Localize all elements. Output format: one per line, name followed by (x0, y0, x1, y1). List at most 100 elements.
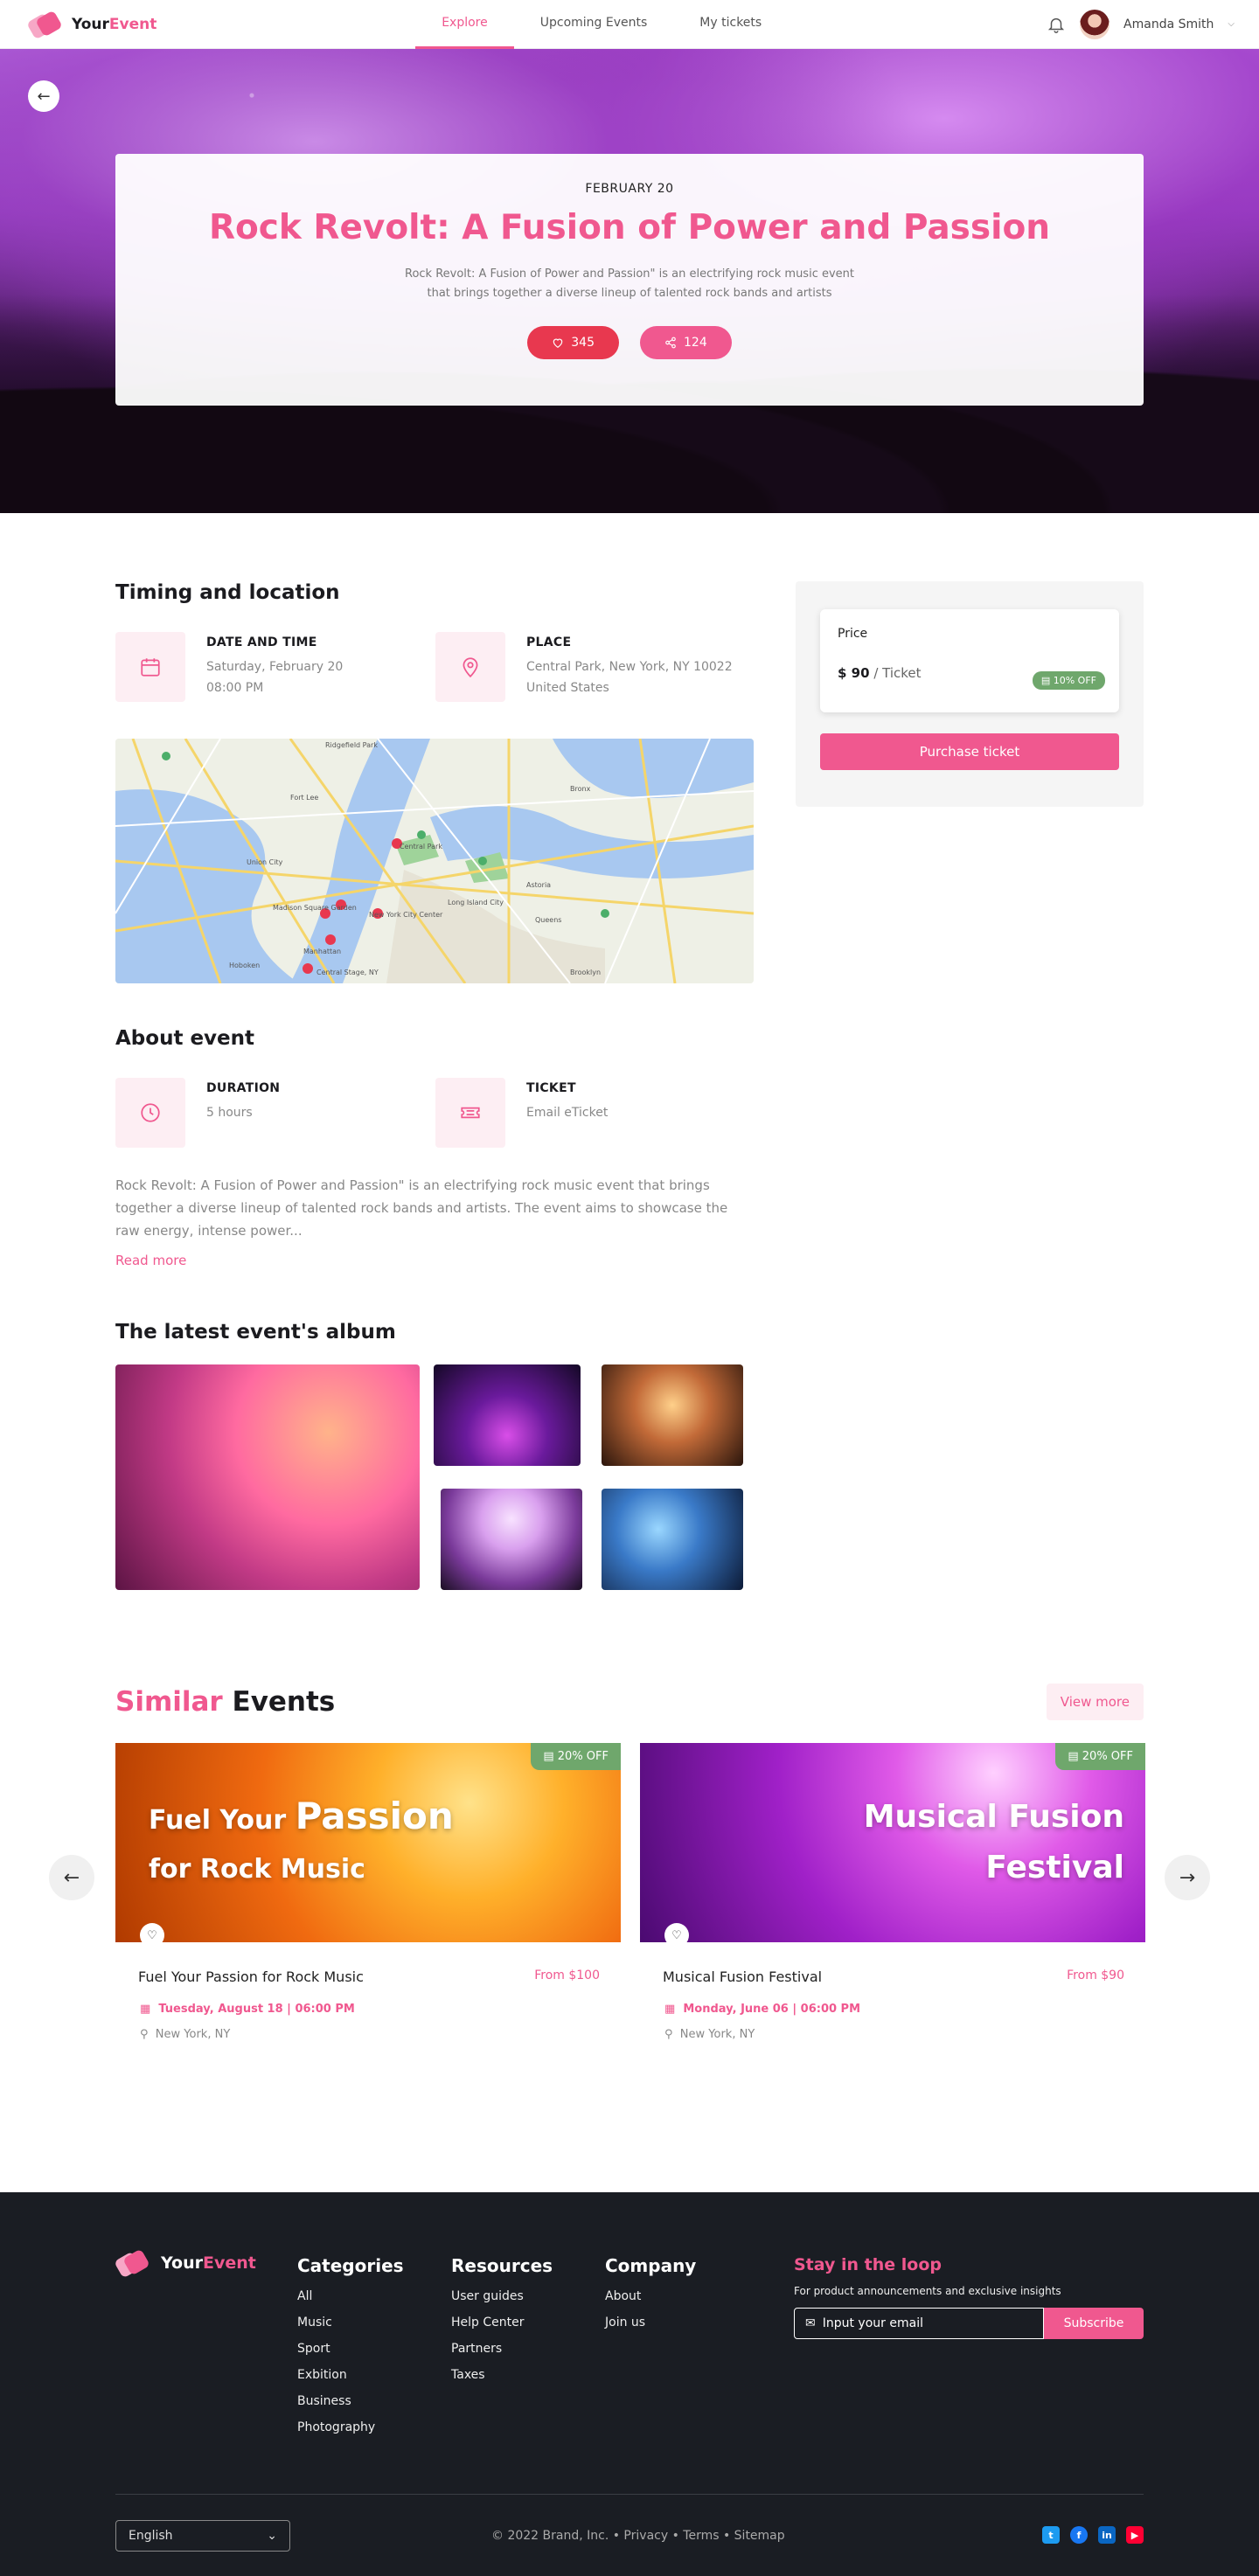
chevron-down-icon[interactable]: ⌵ (1228, 19, 1235, 29)
read-more-link[interactable]: Read more (115, 1253, 755, 1268)
svg-text:Central Park: Central Park (400, 843, 442, 851)
ticket-icon (435, 1078, 505, 1148)
svg-text:Union City: Union City (247, 858, 283, 866)
social-links: t f in ▶ (1042, 2526, 1144, 2544)
location-pin-icon (435, 632, 505, 702)
footer-link[interactable]: Business (297, 2393, 404, 2409)
site-footer: YourEvent Categories All Music Sport Exb… (0, 2192, 1259, 2576)
svg-text:Hoboken: Hoboken (229, 962, 260, 969)
album-photo[interactable] (115, 1364, 420, 1590)
event-card-title: Fuel Your Passion for Rock Music (138, 1968, 364, 1985)
about-heading: About event (115, 1027, 255, 1050)
main-nav: Explore Upcoming Events My tickets (415, 0, 788, 49)
footer-link[interactable]: Sport (297, 2341, 404, 2357)
footer-link[interactable]: Taxes (451, 2367, 553, 2383)
linkedin-icon[interactable]: in (1098, 2526, 1116, 2544)
ticket-type-label: TICKET (526, 1081, 576, 1095)
event-card-price: From $90 (1067, 1968, 1124, 1982)
place-label: PLACE (526, 635, 572, 649)
svg-text:New York City Center: New York City Center (369, 911, 443, 919)
favorite-button[interactable]: ♡ (664, 1923, 689, 1942)
subscribe-button[interactable]: Subscribe (1044, 2308, 1144, 2339)
carousel-prev-button[interactable]: ← (49, 1855, 94, 1900)
date-time-value: Saturday, February 20 08:00 PM (206, 660, 344, 695)
event-card-body: Fuel Your Passion for Rock Music From $1… (115, 1942, 621, 2041)
duration-value: 5 hours (206, 1106, 253, 1120)
footer-link[interactable]: About (605, 2288, 696, 2304)
footer-link[interactable]: All (297, 2288, 404, 2304)
footer-link[interactable]: Photography (297, 2420, 404, 2435)
location-pin-icon: ⚲ (140, 2028, 156, 2041)
favorite-button[interactable]: ♡ (140, 1923, 164, 1942)
event-card[interactable]: Fuel Your Passion for Rock Music ▤ 20% OF… (115, 1743, 621, 2084)
language-select[interactable]: English ⌄ (115, 2520, 290, 2552)
mail-icon: ✉ (805, 2316, 816, 2330)
event-card-image: Musical Fusion Festival ▤ 20% OFF ♡ (640, 1743, 1145, 1942)
share-icon (665, 337, 676, 349)
view-more-button[interactable]: View more (1046, 1684, 1144, 1720)
avatar[interactable] (1080, 9, 1110, 39)
footer-link[interactable]: Join us (605, 2315, 696, 2330)
discount-badge: ▤ 20% OFF (531, 1743, 621, 1770)
event-card[interactable]: Musical Fusion Festival ▤ 20% OFF ♡ Music… (640, 1743, 1145, 2084)
brand-name: YourEvent (72, 15, 157, 33)
footer-logo[interactable]: YourEvent (114, 2248, 256, 2279)
svg-text:Bronx: Bronx (570, 785, 591, 793)
footer-categories: Categories All Music Sport Exbition Busi… (297, 2255, 404, 2446)
back-button[interactable]: ← (28, 80, 59, 112)
footer-link[interactable]: Partners (451, 2341, 553, 2357)
email-field[interactable]: ✉ Input your email (794, 2308, 1044, 2339)
album-photo[interactable] (434, 1364, 581, 1466)
user-name[interactable]: Amanda Smith (1123, 17, 1214, 31)
like-button[interactable]: 345 (527, 326, 619, 359)
discount-badge: ▤ 20% OFF (1055, 1743, 1145, 1770)
nav-explore[interactable]: Explore (415, 0, 514, 49)
timing-info: DATE AND TIME Saturday, February 20 08:00… (115, 632, 755, 702)
album-photo[interactable] (602, 1489, 743, 1590)
duration-item: DURATION 5 hours (115, 1078, 435, 1148)
footer-link[interactable]: Help Center (451, 2315, 553, 2330)
similar-title: Similar Events (115, 1686, 336, 1718)
footer-resources: Resources User guides Help Center Partne… (451, 2255, 553, 2393)
event-map[interactable]: Ridgefield Park Central Park New York Ci… (115, 739, 754, 983)
bell-icon[interactable] (1047, 15, 1066, 34)
top-header: YourEvent Explore Upcoming Events My tic… (0, 0, 1259, 49)
twitter-icon[interactable]: t (1042, 2526, 1060, 2544)
event-card-location: ⚲ New York, NY (140, 2028, 231, 2041)
event-card-top: Musical Fusion Festival From $90 (663, 1968, 1124, 1985)
svg-text:Madison Square Garden: Madison Square Garden (273, 904, 357, 912)
location-pin-icon: ⚲ (664, 2028, 680, 2041)
nav-my-tickets[interactable]: My tickets (673, 0, 788, 49)
album-photo[interactable] (602, 1364, 743, 1466)
newsletter: Stay in the loop For product announcemen… (794, 2255, 1144, 2339)
youtube-icon[interactable]: ▶ (1126, 2526, 1144, 2544)
arrow-left-icon: ← (63, 1866, 80, 1889)
price-label: Price (838, 627, 868, 641)
nav-upcoming-events[interactable]: Upcoming Events (514, 0, 674, 49)
svg-text:Queens: Queens (535, 916, 561, 924)
newsletter-heading: Stay in the loop (794, 2255, 942, 2274)
purchase-ticket-button[interactable]: Purchase ticket (820, 733, 1119, 770)
brand-logo[interactable]: YourEvent (26, 9, 157, 40)
svg-text:Long Island City: Long Island City (448, 899, 504, 906)
carousel-next-button[interactable]: → (1165, 1855, 1210, 1900)
place-value: Central Park, New York, NY 10022 United S… (526, 660, 733, 695)
share-count: 124 (684, 336, 707, 350)
ticket-type-item: TICKET Email eTicket (435, 1078, 755, 1148)
svg-text:Central Stage, NY: Central Stage, NY (316, 969, 379, 976)
event-card-date: ▦ Tuesday, August 18 | 06:00 PM (140, 2003, 355, 2016)
facebook-icon[interactable]: f (1070, 2526, 1088, 2544)
event-card-location: ⚲ New York, NY (664, 2028, 755, 2041)
calendar-icon: ▦ (664, 2003, 684, 2016)
event-summary: Rock Revolt: A Fusion of Power and Passi… (405, 267, 854, 300)
footer-link[interactable]: Exbition (297, 2367, 404, 2383)
event-hero: ← FEBRUARY 20 Rock Revolt: A Fusion of P… (0, 49, 1259, 513)
date-time-item: DATE AND TIME Saturday, February 20 08:00… (115, 632, 435, 702)
footer-link[interactable]: Music (297, 2315, 404, 2330)
event-details: Timing and location DATE AND TIME Saturd… (115, 513, 1144, 1661)
album-photo[interactable] (441, 1489, 582, 1590)
share-button[interactable]: 124 (640, 326, 732, 359)
event-card-top: Fuel Your Passion for Rock Music From $1… (138, 1968, 600, 1985)
footer-link[interactable]: User guides (451, 2288, 553, 2304)
ticket-type-text: TICKET Email eTicket (526, 1078, 608, 1148)
